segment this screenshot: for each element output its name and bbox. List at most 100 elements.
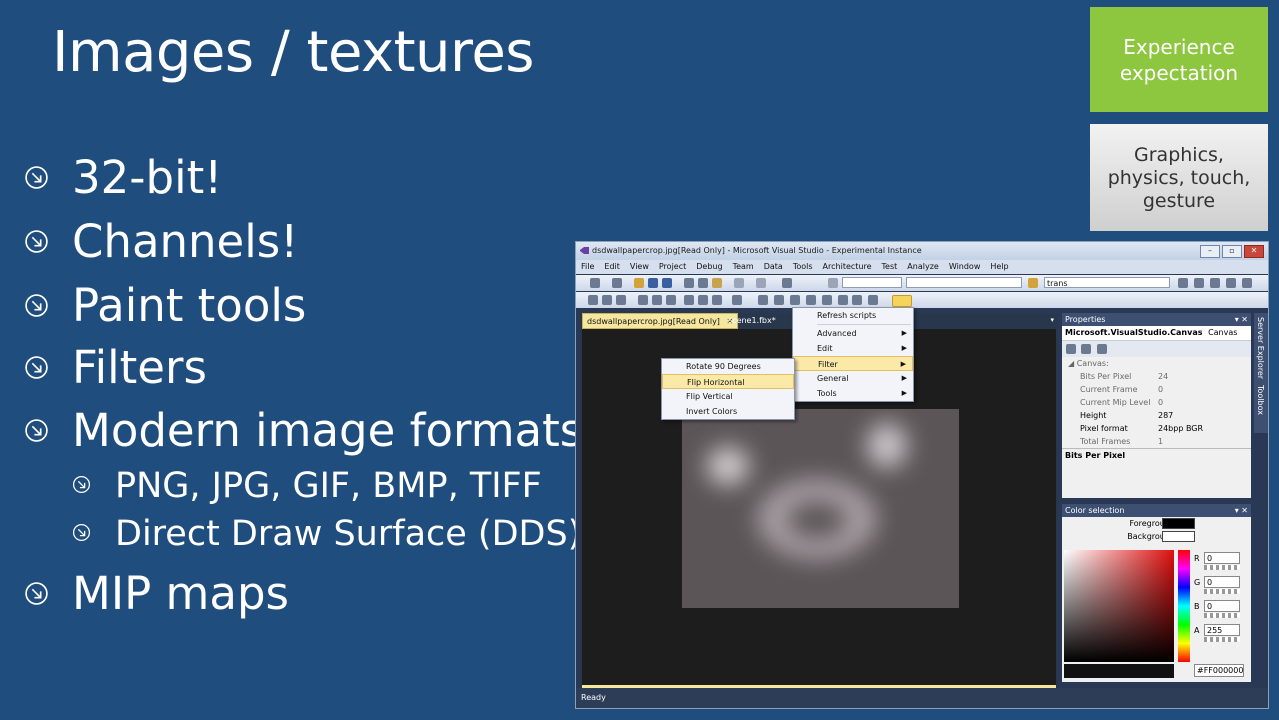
menu-item-analyze[interactable]: Analyze (902, 260, 944, 274)
paste-icon[interactable] (712, 278, 722, 288)
properties-icon[interactable] (1194, 278, 1204, 288)
solution-explorer-icon[interactable] (1178, 278, 1188, 288)
zoom-tool-icon[interactable] (616, 295, 626, 305)
menu-item-tools[interactable]: Tools (788, 260, 818, 274)
menu-item-window[interactable]: Window (944, 260, 986, 274)
filter-item-rotate-90-degrees[interactable]: Rotate 90 Degrees (662, 359, 794, 374)
select-tool-icon[interactable] (588, 295, 598, 305)
pan-tool-icon[interactable] (602, 295, 612, 305)
filter-item-flip-horizontal[interactable]: Flip Horizontal (662, 374, 794, 389)
property-row[interactable]: Current Mip Level 0 (1062, 396, 1251, 409)
server-explorer-tab[interactable]: Server Explorer (1256, 317, 1265, 379)
channel-slider[interactable] (1204, 589, 1240, 594)
pin-icon[interactable]: ▾ ✕ (1235, 313, 1248, 326)
maximize-button[interactable]: ▫ (1222, 245, 1242, 258)
copy-icon[interactable] (698, 278, 708, 288)
fill-icon[interactable] (822, 295, 832, 305)
filter-item-invert-colors[interactable]: Invert Colors (662, 404, 794, 419)
start-page-icon[interactable] (1242, 278, 1252, 288)
channel-input[interactable]: 0 (1204, 576, 1240, 588)
channel-input[interactable]: 0 (1204, 600, 1240, 612)
property-section[interactable]: ◢ Canvas: (1062, 357, 1251, 370)
minimize-button[interactable]: – (1200, 245, 1220, 258)
filter-item-flip-vertical[interactable]: Flip Vertical (662, 389, 794, 404)
menu-item-test[interactable]: Test (877, 260, 903, 274)
channel-slider[interactable] (1204, 565, 1240, 570)
new-project-icon[interactable] (590, 278, 600, 288)
cut-icon[interactable] (684, 278, 694, 288)
crop-icon[interactable] (684, 295, 694, 305)
context-menu-item-tools[interactable]: Tools ▶ (793, 386, 913, 401)
channel-input[interactable]: 0 (1204, 552, 1240, 564)
find-in-files-icon[interactable] (1028, 278, 1038, 288)
eraser-icon[interactable] (852, 295, 862, 305)
color-gradient-picker[interactable] (1064, 550, 1174, 662)
line-tool-icon[interactable] (868, 295, 878, 305)
config-combo[interactable] (842, 277, 902, 288)
find-combo[interactable]: trans (1044, 277, 1170, 288)
channel-input[interactable]: 255 (1204, 624, 1240, 636)
alphabetical-icon[interactable] (1080, 344, 1091, 354)
actual-size-icon[interactable] (652, 295, 662, 305)
tab-image[interactable]: dsdwallpapercrop.jpg[Read Only] ✕ (582, 313, 739, 329)
brush-icon[interactable] (774, 295, 784, 305)
close-button[interactable]: ✕ (1244, 245, 1264, 258)
pencil-icon[interactable] (758, 295, 768, 305)
menu-item-file[interactable]: File (576, 260, 599, 274)
start-debug-icon[interactable] (828, 278, 838, 288)
text-tool-icon[interactable] (838, 295, 848, 305)
add-item-icon[interactable] (612, 278, 622, 288)
menu-item-view[interactable]: View (625, 260, 654, 274)
property-row[interactable]: Total Frames 1 (1062, 435, 1251, 448)
alpha-bar[interactable] (1064, 664, 1174, 678)
tab-dropdown-icon[interactable]: ▾ (1050, 316, 1054, 324)
eyedropper-icon[interactable] (806, 295, 816, 305)
grid-icon[interactable] (666, 295, 676, 305)
mip-icon[interactable] (698, 295, 708, 305)
property-row[interactable]: Current Frame 0 (1062, 383, 1251, 396)
menu-item-team[interactable]: Team (728, 260, 759, 274)
property-description: Bits Per Pixel (1062, 448, 1251, 489)
context-menu-item-edit[interactable]: Edit ▶ (793, 341, 913, 356)
tab-scene[interactable]: scene1.fbx* (724, 313, 780, 329)
platform-combo[interactable] (906, 277, 1022, 288)
property-row[interactable]: Height 287 (1062, 409, 1251, 422)
navigate-icon[interactable] (782, 278, 792, 288)
background-swatch[interactable] (1162, 531, 1195, 542)
airbrush-icon[interactable] (790, 295, 800, 305)
undo-icon[interactable] (734, 278, 744, 288)
channel-slider[interactable] (1204, 613, 1240, 618)
toolbox-tab[interactable]: Toolbox (1256, 385, 1265, 415)
channels-icon[interactable] (712, 295, 722, 305)
pin-icon[interactable]: ▾ ✕ (1235, 504, 1248, 517)
hex-value[interactable]: #FF000000 (1194, 664, 1244, 677)
context-menu-item-general[interactable]: General ▶ (793, 371, 913, 386)
object-browser-icon[interactable] (1210, 278, 1220, 288)
menu-item-data[interactable]: Data (759, 260, 788, 274)
redo-icon[interactable] (756, 278, 766, 288)
save-icon[interactable] (648, 278, 658, 288)
property-rows: Bits Per Pixel 24 Current Frame 0 Current Mi… (1062, 370, 1251, 448)
menu-item-edit[interactable]: Edit (599, 260, 625, 274)
menu-item-project[interactable]: Project (654, 260, 691, 274)
context-menu-item-refresh-scripts[interactable]: Refresh scripts (793, 308, 913, 323)
property-row[interactable]: Pixel format 24bpp BGR (1062, 422, 1251, 435)
menu-item-help[interactable]: Help (985, 260, 1013, 274)
object-selector[interactable]: Microsoft.VisualStudio.Canvas Canvas (1062, 326, 1251, 341)
menu-item-debug[interactable]: Debug (691, 260, 727, 274)
context-menu-item-advanced[interactable]: Advanced ▶ (793, 326, 913, 341)
open-icon[interactable] (634, 278, 644, 288)
property-pages-icon[interactable] (1097, 344, 1108, 354)
toolbox-icon[interactable] (1226, 278, 1236, 288)
save-all-icon[interactable] (662, 278, 672, 288)
foreground-swatch[interactable] (1162, 518, 1195, 529)
checker-icon[interactable] (732, 295, 742, 305)
property-row[interactable]: Bits Per Pixel 24 (1062, 370, 1251, 383)
channel-slider[interactable] (1204, 637, 1240, 642)
hue-slider[interactable] (1178, 550, 1190, 662)
context-menu-item-filter[interactable]: Filter ▶ (793, 356, 913, 371)
menu-item-architecture[interactable]: Architecture (818, 260, 877, 274)
categorized-icon[interactable] (1066, 344, 1076, 354)
fit-icon[interactable] (638, 295, 648, 305)
advanced-menu-icon[interactable] (892, 295, 912, 307)
